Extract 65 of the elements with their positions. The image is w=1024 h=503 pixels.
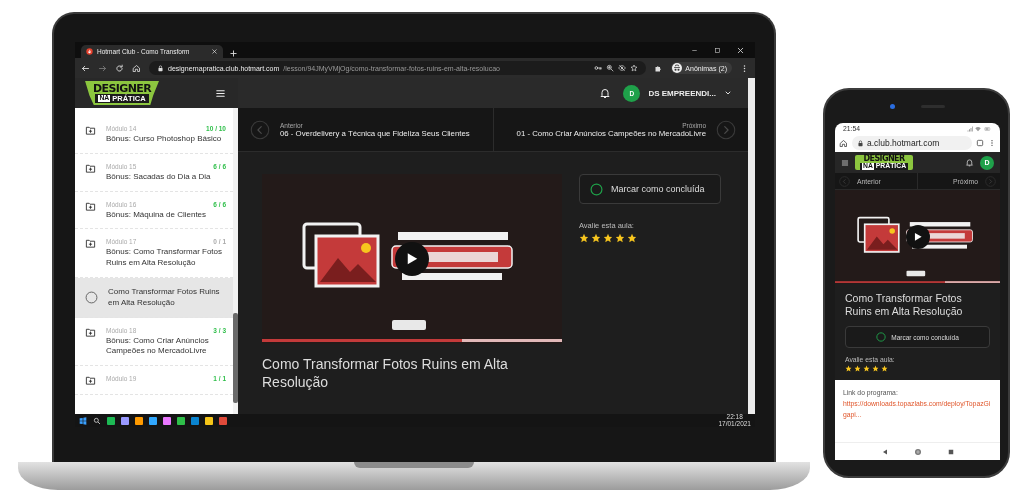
circle-icon (85, 291, 98, 305)
back-triangle-icon[interactable] (881, 448, 888, 455)
lesson-title: Como Transformar Fotos Ruins em Alta Resolução (108, 287, 221, 309)
lesson-title: Como Transformar Fotos Ruins em Alta Resolução (844, 291, 964, 320)
star-icon (863, 365, 870, 373)
star-icon (854, 365, 861, 373)
module-title: Bônus: Máquina de Clientes (106, 209, 208, 221)
zoom-icon[interactable] (606, 64, 615, 72)
folder-plus-icon (85, 200, 96, 212)
new-tab-icon[interactable] (229, 49, 238, 58)
maximize-icon[interactable] (713, 45, 722, 55)
tabs-icon[interactable] (976, 139, 984, 147)
eye-off-icon[interactable] (618, 64, 627, 72)
module-title: Bônus: Como Criar Anúncios Campeões no MercadoLivre (106, 335, 210, 358)
lesson-item[interactable]: Como Transformar Fotos Ruins em Alta Resolução (75, 278, 233, 318)
home-icon[interactable] (839, 138, 848, 148)
star-icon (627, 233, 637, 243)
lock-icon (157, 64, 164, 72)
reload-icon[interactable] (115, 63, 124, 73)
back-icon[interactable] (81, 63, 90, 73)
menu-icon[interactable] (215, 87, 226, 99)
signal-icon (967, 125, 973, 132)
folder-plus-icon (85, 375, 96, 387)
module-title: Bônus: Curso Photoshop Básico (106, 134, 223, 145)
module-title: Bônus: Como Transformar Fotos Ruins em Alta Resolução (106, 247, 224, 269)
bell-icon[interactable] (965, 158, 974, 167)
chevron-down-icon[interactable] (724, 89, 732, 97)
bell-icon[interactable] (599, 87, 612, 99)
scrollbar-thumb[interactable] (233, 313, 238, 403)
key-icon[interactable] (594, 64, 603, 72)
module-title: Bônus: Sacadas do Dia a Dia (106, 171, 212, 183)
bookmark-star-icon[interactable] (630, 64, 639, 72)
play-icon (912, 232, 923, 242)
folder-plus-icon (85, 162, 96, 174)
star-icon (845, 365, 852, 373)
star-icon (615, 233, 625, 243)
puzzle-icon[interactable] (654, 63, 664, 73)
circle-icon (590, 182, 603, 196)
folder-plus-icon (85, 238, 96, 250)
star-icon (872, 365, 879, 373)
windows-logo-icon[interactable] (79, 416, 87, 425)
folder-plus-icon (85, 125, 96, 136)
home-circle-icon[interactable] (913, 447, 922, 456)
battery-icon (983, 125, 992, 132)
wifi-icon (975, 125, 981, 132)
star-icon (579, 233, 589, 243)
circle-icon (876, 332, 887, 343)
folder-plus-icon (85, 326, 96, 338)
search-icon[interactable] (93, 416, 101, 425)
close-icon[interactable] (736, 45, 745, 55)
forward-icon[interactable] (98, 63, 107, 73)
lesson-title: Como Transformar Fotos Ruins em Alta Resolução (262, 356, 509, 391)
more-options-icon[interactable] (988, 139, 996, 147)
play-icon (405, 252, 419, 266)
mark-complete-button[interactable]: Marcar como concluída (579, 174, 721, 204)
incognito-icon (672, 63, 683, 73)
user-name[interactable]: DS EMPREENDI... (648, 88, 716, 98)
close-icon[interactable] (211, 48, 218, 55)
star-icon (591, 233, 601, 243)
flame-icon (86, 48, 93, 55)
star-icon (881, 365, 888, 373)
front-camera (890, 104, 895, 109)
address-field[interactable]: a.club.hotmart.com (852, 136, 972, 150)
lock-icon (857, 139, 864, 147)
star-icon (603, 233, 613, 243)
